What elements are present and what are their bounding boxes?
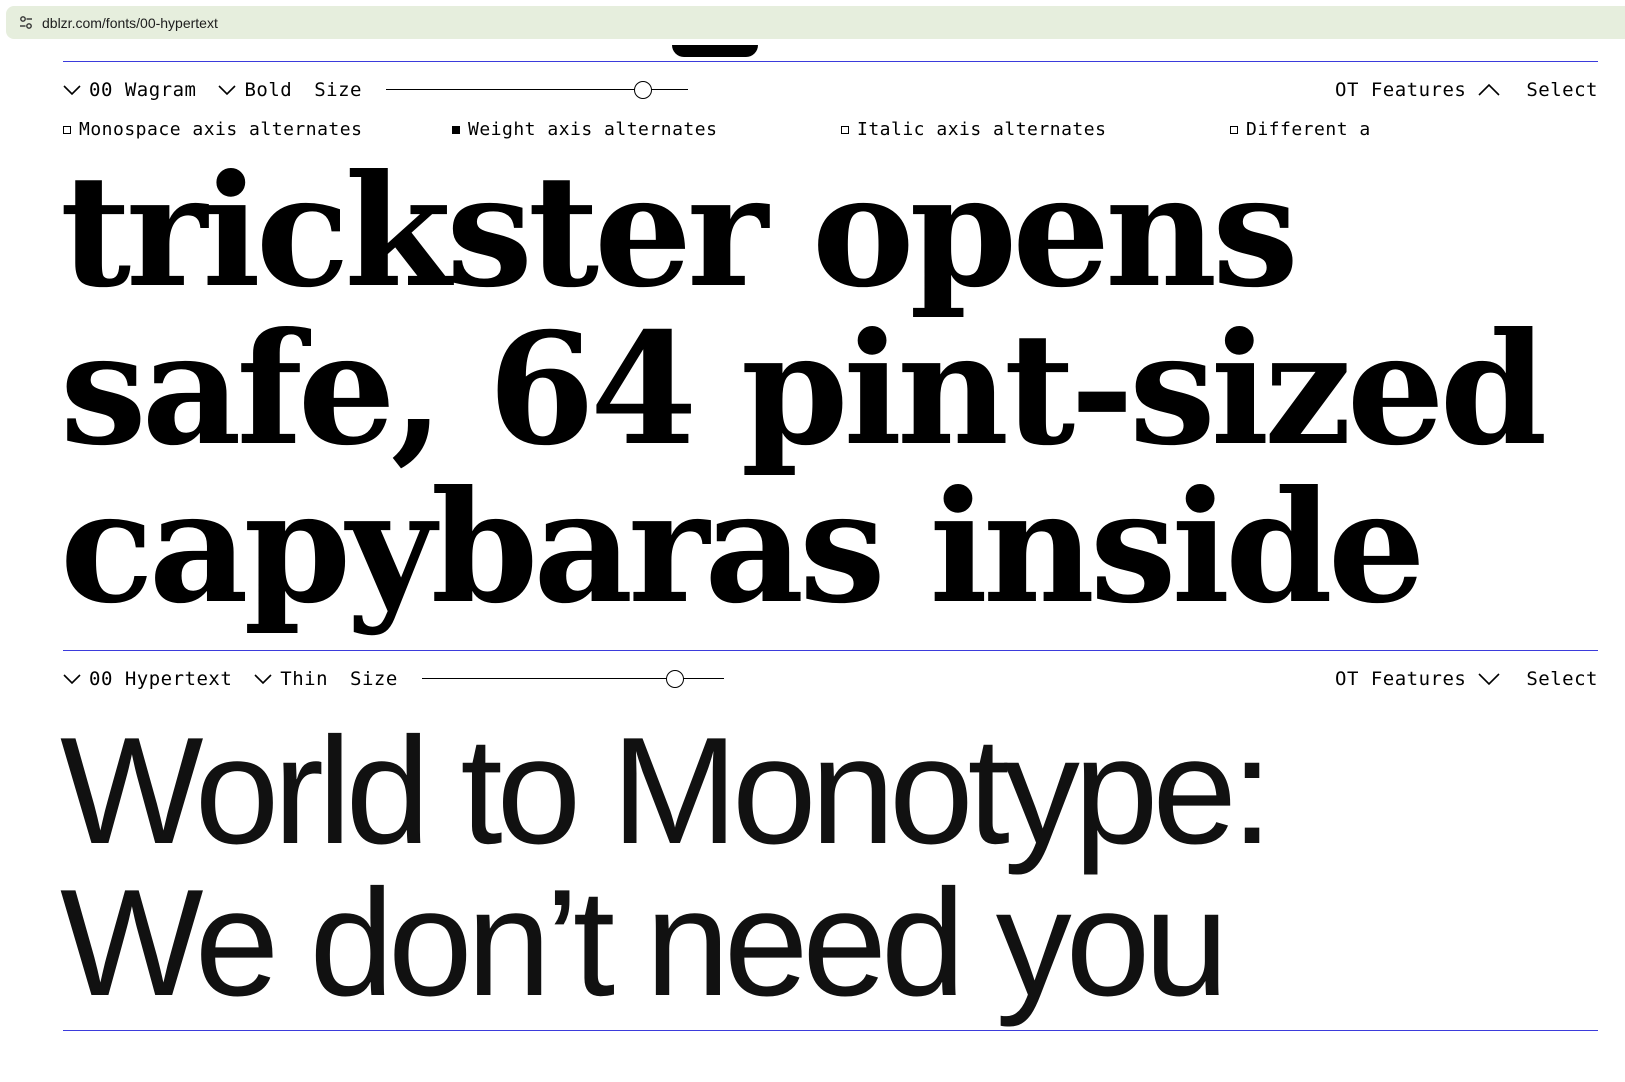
checkbox[interactable]	[452, 125, 460, 134]
sample-line: We don’t need you	[60, 858, 1229, 1028]
section-divider	[63, 61, 1598, 62]
slider-thumb[interactable]	[666, 670, 685, 688]
ot-features-toggle[interactable]: OT Features	[1335, 668, 1500, 690]
sample-text-thin[interactable]: World to Monotype: We don’t need you	[60, 715, 1605, 1019]
chevron-down-icon	[254, 674, 272, 685]
url-text[interactable]: dblzr.com/fonts/00-hypertext	[42, 15, 218, 31]
feature-label: Different a	[1246, 119, 1371, 140]
font-tester-page: 00 Wagram Bold Size OT Features Select M…	[0, 45, 1625, 1082]
feature-different-a[interactable]: Different a	[1230, 119, 1371, 140]
tester-1-controls: 00 Wagram Bold Size OT Features Select	[63, 75, 1598, 105]
ot-features-toggle[interactable]: OT Features	[1335, 79, 1500, 101]
slider-thumb[interactable]	[633, 81, 652, 99]
chevron-down-icon	[218, 85, 237, 96]
select-button[interactable]: Select	[1526, 668, 1598, 690]
chevron-down-icon	[1478, 673, 1500, 686]
size-label: Size	[350, 668, 398, 690]
select-button[interactable]: Select	[1526, 79, 1598, 101]
feature-weight-alternates[interactable]: Weight axis alternates	[452, 119, 717, 140]
section-divider	[63, 1030, 1598, 1031]
sample-line: safe, 64 pint-sized	[60, 299, 1547, 480]
sample-line: trickster opens	[60, 141, 1299, 322]
font-family-label: 00 Hypertext	[89, 668, 233, 690]
ot-features-label: OT Features	[1335, 79, 1467, 101]
font-family-dropdown[interactable]: 00 Wagram	[63, 79, 196, 101]
feature-italic-alternates[interactable]: Italic axis alternates	[841, 119, 1106, 140]
sample-text-bold[interactable]: trickster opens safe, 64 pint-sized capy…	[60, 153, 1605, 627]
tester-2-controls: 00 Hypertext Thin Size OT Features Selec…	[63, 664, 1598, 694]
chevron-up-icon	[1478, 83, 1500, 96]
font-weight-dropdown[interactable]: Bold	[218, 79, 292, 101]
chevron-down-icon	[63, 85, 81, 96]
checkbox[interactable]	[1230, 125, 1238, 134]
sample-line: World to Monotype:	[60, 706, 1273, 876]
font-weight-dropdown[interactable]: Thin	[254, 668, 328, 690]
sample-line: capybaras inside	[60, 457, 1426, 638]
section-divider	[63, 650, 1598, 651]
checkbox[interactable]	[841, 125, 849, 134]
font-family-label: 00 Wagram	[89, 79, 197, 101]
site-settings-icon[interactable]	[18, 15, 34, 31]
feature-monospace-alternates[interactable]: Monospace axis alternates	[63, 119, 362, 140]
size-slider[interactable]	[421, 669, 724, 689]
font-family-dropdown[interactable]: 00 Hypertext	[63, 668, 232, 690]
feature-label: Monospace axis alternates	[79, 119, 363, 140]
font-weight-label: Thin	[280, 668, 329, 690]
size-slider[interactable]	[385, 80, 688, 100]
size-label: Size	[314, 79, 362, 101]
address-bar[interactable]: dblzr.com/fonts/00-hypertext	[6, 6, 1625, 39]
ot-features-label: OT Features	[1335, 668, 1467, 690]
previous-sample-glyph	[672, 45, 758, 57]
feature-label: Italic axis alternates	[857, 119, 1107, 140]
checkbox[interactable]	[63, 125, 71, 134]
feature-label: Weight axis alternates	[468, 119, 718, 140]
font-weight-label: Bold	[244, 79, 293, 101]
chevron-down-icon	[63, 674, 81, 685]
ot-features-list: Monospace axis alternates Weight axis al…	[63, 119, 1598, 143]
